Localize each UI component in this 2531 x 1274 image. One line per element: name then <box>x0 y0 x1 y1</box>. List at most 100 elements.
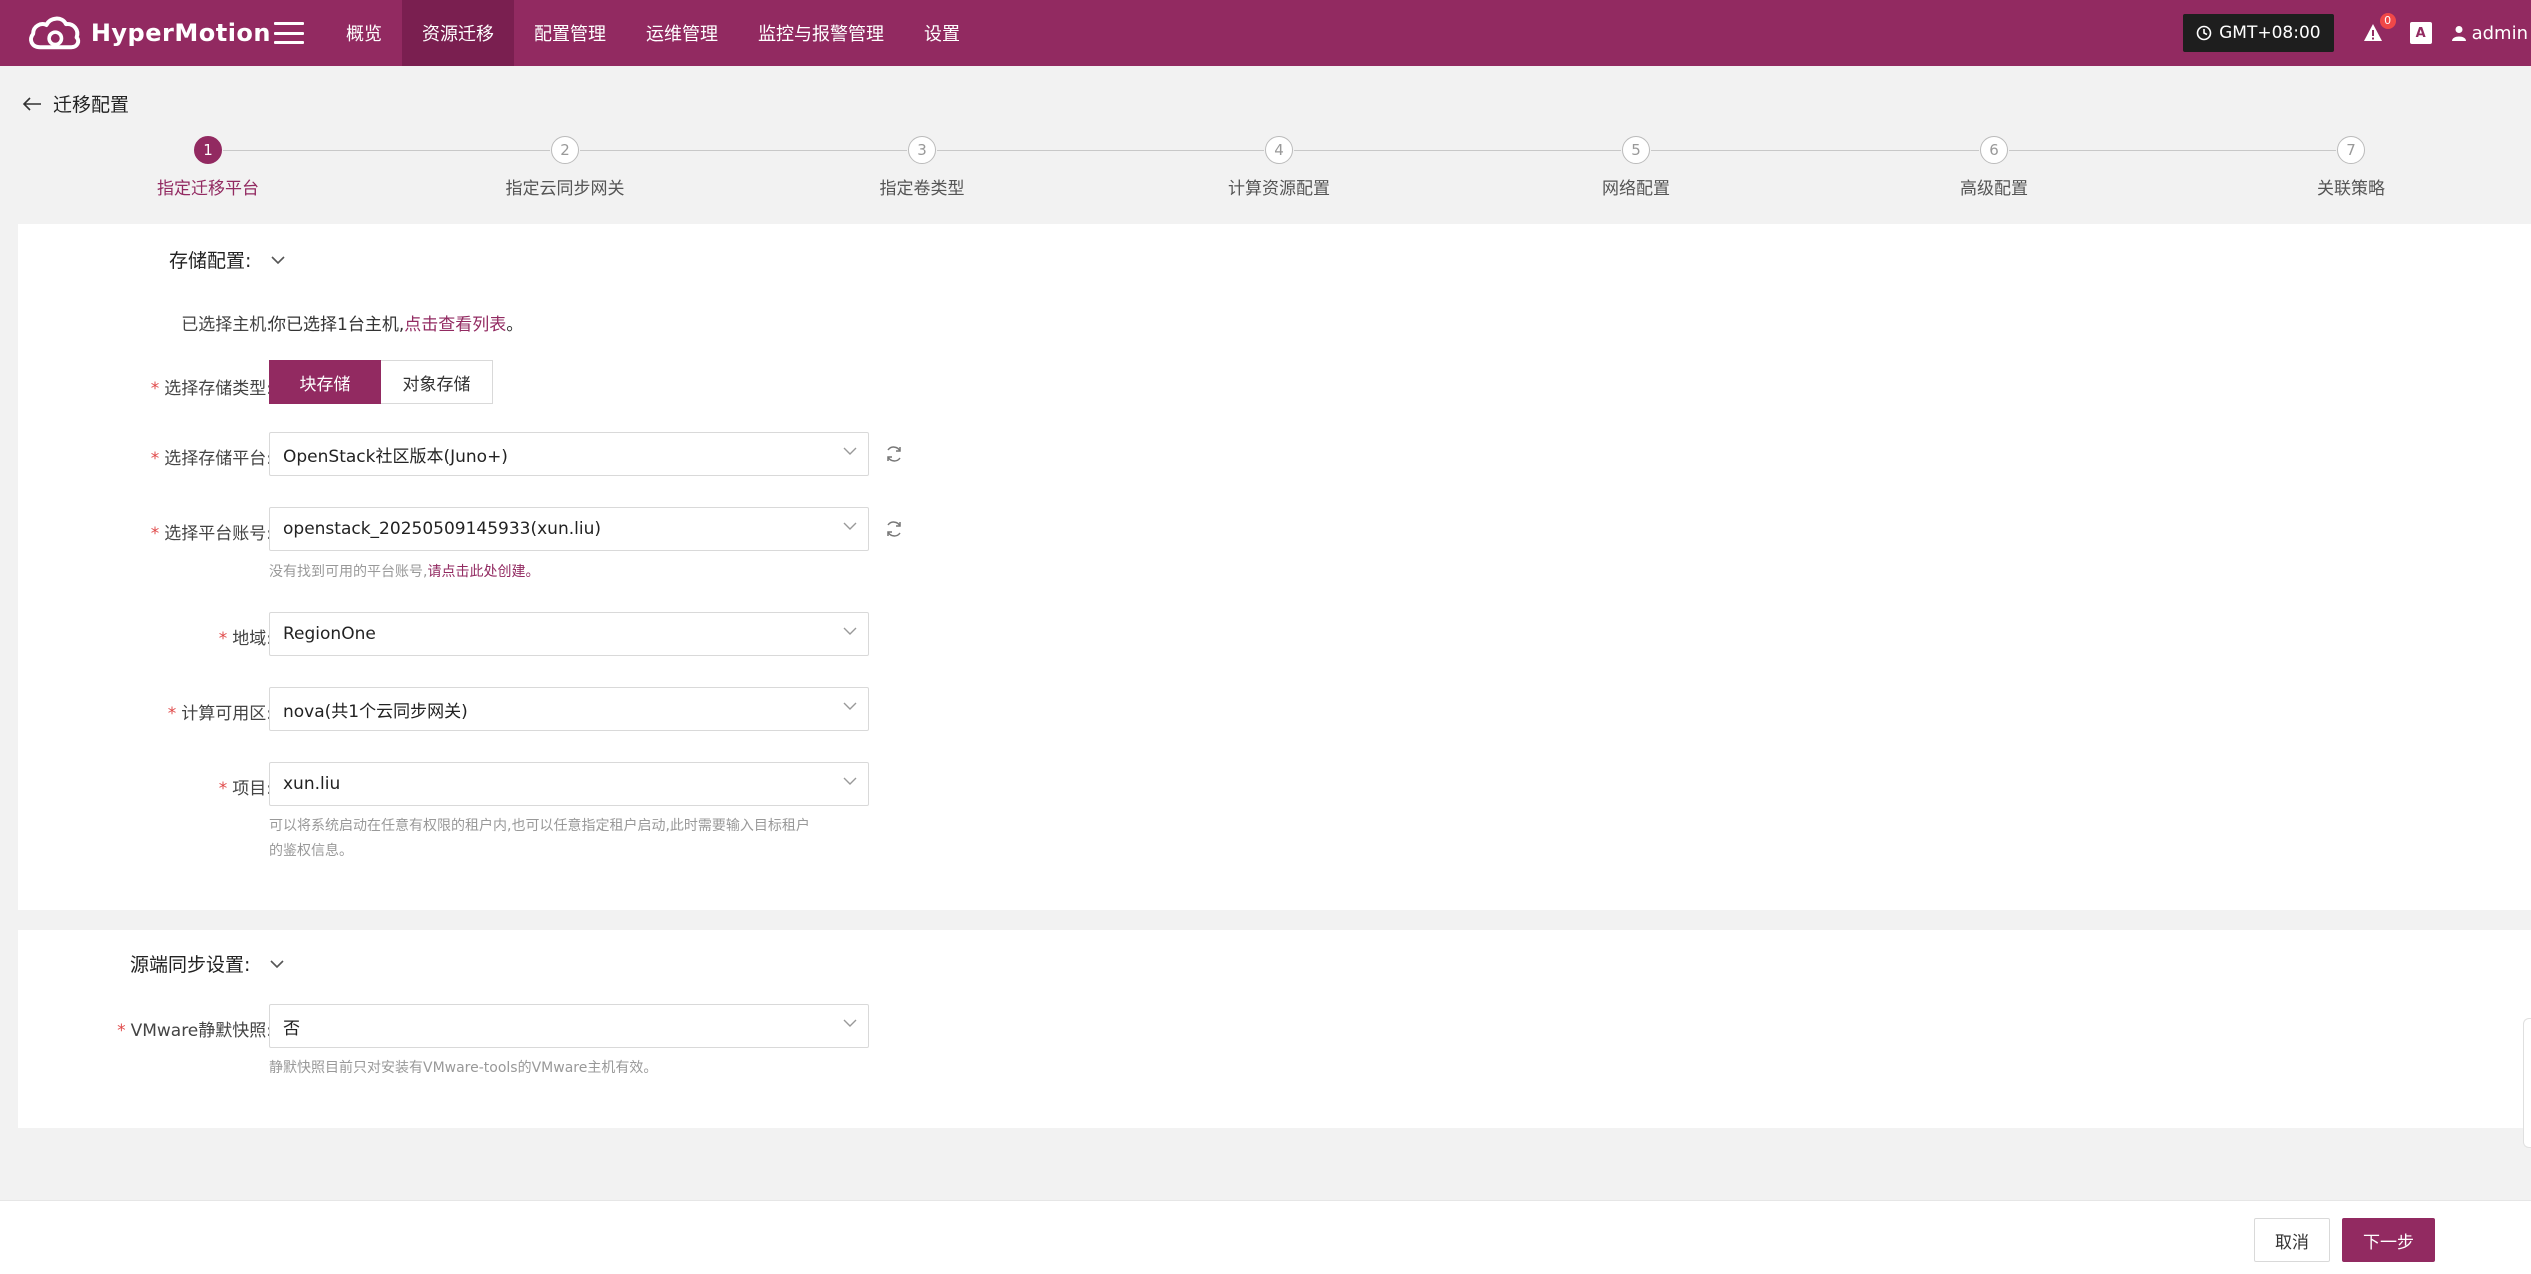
alert-button[interactable]: 0 <box>2362 13 2396 44</box>
vmware-snapshot-hint: 静默快照目前只对安装有VMware-tools的VMware主机有效。 <box>269 1060 658 1076</box>
vmware-snapshot-value: 否 <box>283 1018 300 1039</box>
chevron-down-icon[interactable] <box>270 959 284 969</box>
step-progress: 1 指定迁移平台 2 指定云同步网关 3 指定卷类型 4 计算资源配置 5 网络… <box>0 134 2531 204</box>
user-icon <box>2451 26 2466 41</box>
region-value: RegionOne <box>283 624 376 644</box>
selected-hosts-info: 你已选择1台主机,点击查看列表。 <box>269 310 523 335</box>
storage-config-card: 存储配置: 已选择主机: 你已选择1台主机,点击查看列表。 * 选择存储类型: 块… <box>18 224 2531 910</box>
account-hint-text: 没有找到可用的平台账号, <box>269 564 428 580</box>
storage-type-selector: 块存储 对象存储 <box>269 360 493 404</box>
chevron-down-icon[interactable] <box>271 255 285 265</box>
step-3-circle: 3 <box>908 136 936 164</box>
nav-item-settings[interactable]: 设置 <box>904 0 980 66</box>
vmware-snapshot-label: VMware静默快照: <box>130 1021 272 1041</box>
selected-hosts-text: 你已选择1台主机, <box>269 315 405 335</box>
back-arrow-icon[interactable] <box>22 96 42 112</box>
nav-item-overview[interactable]: 概览 <box>326 0 402 66</box>
timezone-label: GMT+08:00 <box>2219 23 2321 43</box>
project-hint-line-1: 可以将系统启动在任意有权限的租户内,也可以任意指定租户启动,此时需要输入目标租户 <box>269 818 810 834</box>
page-header: 迁移配置 <box>22 90 129 117</box>
language-switch-icon[interactable]: A <box>2409 22 2432 44</box>
project-hint: 可以将系统启动在任意有权限的租户内,也可以任意指定租户启动,此时需要输入目标租户… <box>269 814 889 864</box>
step-7-circle: 7 <box>2337 136 2365 164</box>
platform-account-value: openstack_20250509145933(xun.liu) <box>283 519 601 539</box>
step-5-circle: 5 <box>1622 136 1650 164</box>
chevron-down-icon <box>843 447 857 455</box>
step-6-circle: 6 <box>1980 136 2008 164</box>
chevron-down-icon <box>843 1019 857 1027</box>
block-storage-button[interactable]: 块存储 <box>269 360 381 404</box>
vmware-snapshot-label-wrap: * VMware静默快照: <box>117 1021 272 1041</box>
clock-icon <box>2196 25 2212 41</box>
storage-platform-label: 选择存储平台: <box>164 449 272 469</box>
create-account-link[interactable]: 请点击此处创建。 <box>427 564 539 580</box>
nav-item-ops-management[interactable]: 运维管理 <box>626 0 738 66</box>
platform-account-select[interactable]: openstack_20250509145933(xun.liu) <box>269 507 869 551</box>
region-select[interactable]: RegionOne <box>269 612 869 656</box>
next-step-button[interactable]: 下一步 <box>2342 1218 2435 1262</box>
vmware-snapshot-select[interactable]: 否 <box>269 1004 869 1048</box>
storage-platform-value: OpenStack社区版本(Juno+) <box>283 446 508 467</box>
project-hint-line-2: 的鉴权信息。 <box>269 843 353 859</box>
cloud-logo-icon <box>29 16 81 50</box>
storage-platform-label-wrap: * 选择存储平台: <box>150 449 272 469</box>
az-value: nova(共1个云同步网关) <box>283 701 468 722</box>
brand-logo[interactable]: HyperMotion <box>26 9 271 57</box>
step-6-label: 高级配置 <box>1960 179 2028 199</box>
project-select[interactable]: xun.liu <box>269 762 869 806</box>
step-1-circle: 1 <box>194 136 222 164</box>
storage-config-section-header[interactable]: 存储配置: <box>169 246 285 273</box>
step-4-circle: 4 <box>1265 136 1293 164</box>
object-storage-button[interactable]: 对象存储 <box>381 360 493 404</box>
source-sync-section-header[interactable]: 源端同步设置: <box>130 950 284 977</box>
storage-type-label: 选择存储类型: <box>164 379 272 399</box>
nav-item-config-management[interactable]: 配置管理 <box>514 0 626 66</box>
nav-item-resource-migration[interactable]: 资源迁移 <box>402 0 514 66</box>
availability-zone-select[interactable]: nova(共1个云同步网关) <box>269 687 869 731</box>
chevron-down-icon <box>843 522 857 530</box>
step-4-label: 计算资源配置 <box>1228 179 1330 199</box>
selected-hosts-end: 。 <box>506 315 524 335</box>
side-drawer-handle[interactable] <box>2523 1018 2531 1148</box>
step-5-label: 网络配置 <box>1602 179 1670 199</box>
project-value: xun.liu <box>283 774 341 794</box>
top-navbar: HyperMotion 概览 资源迁移 配置管理 运维管理 监控与报警管理 设置… <box>0 0 2531 66</box>
step-2-label: 指定云同步网关 <box>505 179 625 199</box>
region-label-wrap: * 地域: <box>218 629 272 649</box>
nav-item-monitoring-alerts[interactable]: 监控与报警管理 <box>738 0 904 66</box>
cancel-button[interactable]: 取消 <box>2254 1218 2330 1262</box>
page-title: 迁移配置 <box>53 94 130 116</box>
az-label-wrap: * 计算可用区: <box>167 704 272 724</box>
platform-account-label: 选择平台账号: <box>164 524 272 544</box>
main-nav: 概览 资源迁移 配置管理 运维管理 监控与报警管理 设置 <box>326 0 980 66</box>
refresh-account-icon[interactable] <box>884 519 904 539</box>
step-1-label: 指定迁移平台 <box>157 179 259 199</box>
alert-count-badge: 0 <box>2379 13 2396 29</box>
username: admin <box>2471 22 2528 44</box>
timezone-button[interactable]: GMT+08:00 <box>2183 14 2334 52</box>
storage-platform-select[interactable]: OpenStack社区版本(Juno+) <box>269 432 869 476</box>
region-label: 地域: <box>232 629 272 649</box>
step-3-label: 指定卷类型 <box>879 179 965 199</box>
source-sync-title: 源端同步设置: <box>130 954 251 976</box>
chevron-down-icon <box>843 627 857 635</box>
storage-config-title: 存储配置: <box>169 250 252 272</box>
brand-name: HyperMotion <box>90 19 271 47</box>
menu-toggle-icon[interactable] <box>274 22 304 44</box>
chevron-down-icon <box>843 702 857 710</box>
platform-account-label-wrap: * 选择平台账号: <box>150 524 272 544</box>
project-label: 项目: <box>232 779 272 799</box>
chevron-down-icon <box>843 777 857 785</box>
account-hint: 没有找到可用的平台账号,请点击此处创建。 <box>269 560 539 585</box>
project-label-wrap: * 项目: <box>218 779 272 799</box>
selected-hosts-label: 已选择主机: <box>181 315 272 335</box>
view-hosts-link[interactable]: 点击查看列表 <box>404 315 506 335</box>
storage-type-label-wrap: * 选择存储类型: <box>150 379 272 399</box>
step-7-label: 关联策略 <box>2317 179 2385 199</box>
refresh-platform-icon[interactable] <box>884 444 904 464</box>
source-sync-card: 源端同步设置: * VMware静默快照: 否 静默快照目前只对安装有VMware… <box>18 930 2531 1128</box>
step-2-circle: 2 <box>551 136 579 164</box>
az-label: 计算可用区: <box>181 704 272 724</box>
user-menu[interactable]: admin <box>2451 22 2528 44</box>
footer-actions: 取消 下一步 <box>0 1200 2531 1274</box>
